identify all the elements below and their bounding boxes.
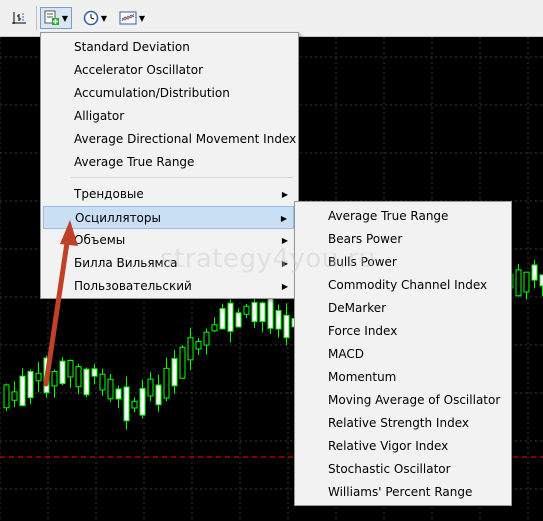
menu-item-label: Average Directional Movement Index xyxy=(74,132,297,146)
candle-body xyxy=(11,391,18,401)
menu-item-label: Commodity Channel Index xyxy=(328,278,488,292)
candle-body xyxy=(107,378,114,400)
candle-body xyxy=(259,302,266,323)
candle-body xyxy=(83,368,90,396)
submenu-item-stochastic[interactable]: Stochastic Oscillator xyxy=(297,458,507,481)
submenu-item-force-index[interactable]: Force Index xyxy=(297,320,507,343)
templates-button[interactable]: ▼ xyxy=(116,7,148,29)
menu-item-label: Average True Range xyxy=(328,209,449,223)
candle-body xyxy=(155,384,162,406)
menu-item-label: Alligator xyxy=(74,109,125,123)
candle-body xyxy=(67,359,74,378)
candle-body xyxy=(3,384,10,409)
menu-item-accelerator-oscillator[interactable]: Accelerator Oscillator xyxy=(43,59,294,82)
menu-separator xyxy=(71,177,293,178)
submenu-item-rvi[interactable]: Relative Vigor Index xyxy=(297,435,507,458)
menu-item-label: DeMarker xyxy=(328,301,387,315)
template-icon xyxy=(119,11,137,25)
candle-body xyxy=(531,264,538,281)
chevron-down-icon: ▼ xyxy=(100,13,108,23)
submenu-item-osma[interactable]: Moving Average of Oscillator xyxy=(297,389,507,412)
candle-body xyxy=(187,337,194,361)
candle-body xyxy=(163,367,170,399)
candle-body xyxy=(123,386,130,422)
candle-body xyxy=(243,305,250,315)
candle-body xyxy=(283,314,290,339)
candle-body xyxy=(147,378,154,397)
candle-body xyxy=(195,340,202,350)
menu-item-standard-deviation[interactable]: Standard Deviation xyxy=(43,36,294,59)
period-separator-button[interactable] xyxy=(8,7,30,29)
clock-icon xyxy=(83,10,99,26)
candle-body xyxy=(179,346,186,379)
menu-item-alligator[interactable]: Alligator xyxy=(43,105,294,128)
menu-item-label: Momentum xyxy=(328,370,397,384)
candle-body xyxy=(19,375,26,407)
menu-item-label: Moving Average of Oscillator xyxy=(328,393,501,407)
candle-body xyxy=(523,271,530,293)
menu-item-average-true-range[interactable]: Average True Range xyxy=(43,151,294,174)
chevron-down-icon: ▼ xyxy=(138,13,146,23)
candle-body xyxy=(267,294,274,329)
menu-item-label: Standard Deviation xyxy=(74,40,190,54)
candle-body xyxy=(115,388,122,400)
candle-body xyxy=(275,310,282,330)
menu-item-label: Трендовые xyxy=(74,187,144,201)
candle-body xyxy=(235,312,242,328)
menu-item-label: Accelerator Oscillator xyxy=(74,63,204,77)
submenu-item-demarker[interactable]: DeMarker xyxy=(297,297,507,320)
watermark: strategy4you.ru xyxy=(160,244,376,274)
candle-body xyxy=(211,324,218,332)
candle-body xyxy=(43,357,50,394)
candle-body xyxy=(59,360,66,385)
menu-item-label: Relative Vigor Index xyxy=(328,439,449,453)
menu-item-accumulation-distribution[interactable]: Accumulation/Distribution xyxy=(43,82,294,105)
candle-body xyxy=(171,358,178,387)
candle-body xyxy=(515,269,522,297)
submenu-arrow-icon: ▶ xyxy=(281,190,288,199)
candle-body xyxy=(219,308,226,330)
period-separator-icon xyxy=(12,12,26,24)
submenu-arrow-icon: ▶ xyxy=(280,214,287,223)
menu-item-label: Осцилляторы xyxy=(75,211,161,225)
indicators-button[interactable]: ▼ xyxy=(40,7,72,29)
candle-body xyxy=(75,366,82,388)
submenu-item-average-true-range[interactable]: Average True Range xyxy=(297,205,507,228)
submenu-item-williams-percent-range[interactable]: Williams' Percent Range xyxy=(297,481,507,504)
menu-item-label: Average True Range xyxy=(74,155,195,169)
menu-item-label: Пользовательский xyxy=(74,279,192,293)
menu-item-adx[interactable]: Average Directional Movement Index xyxy=(43,128,297,151)
submenu-item-macd[interactable]: MACD xyxy=(297,343,507,366)
candle-body xyxy=(131,400,138,409)
candle-body xyxy=(99,373,106,391)
menu-item-label: Force Index xyxy=(328,324,398,338)
candle-body xyxy=(51,370,58,387)
submenu-item-rsi[interactable]: Relative Strength Index xyxy=(297,412,507,435)
menu-item-label: Stochastic Oscillator xyxy=(328,462,451,476)
menu-item-oscillators[interactable]: Осцилляторы ▶ xyxy=(43,206,294,229)
menu-item-label: Accumulation/Distribution xyxy=(74,86,230,100)
menu-item-custom[interactable]: Пользовательский ▶ xyxy=(43,275,294,298)
indicator-list-icon xyxy=(44,10,59,25)
chevron-down-icon: ▼ xyxy=(61,13,69,23)
candle-body xyxy=(91,368,98,377)
submenu-item-momentum[interactable]: Momentum xyxy=(297,366,507,389)
candle-body xyxy=(227,302,234,332)
candle-body xyxy=(251,301,258,323)
candle-body xyxy=(203,331,210,346)
candle-body xyxy=(35,372,42,382)
candle-body xyxy=(139,388,146,416)
periods-button[interactable]: ▼ xyxy=(80,7,110,29)
toolbar-separator xyxy=(36,6,37,30)
menu-item-label: Williams' Percent Range xyxy=(328,485,473,499)
menu-item-label: Relative Strength Index xyxy=(328,416,469,430)
candle-body xyxy=(27,371,34,399)
menu-item-trend[interactable]: Трендовые ▶ xyxy=(43,183,294,206)
submenu-arrow-icon: ▶ xyxy=(281,282,288,291)
menu-item-label: Объемы xyxy=(74,233,126,247)
submenu-item-cci[interactable]: Commodity Channel Index xyxy=(297,274,507,297)
menu-item-label: MACD xyxy=(328,347,364,361)
